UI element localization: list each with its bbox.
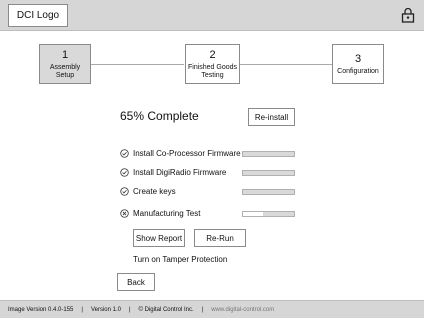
dci-logo: DCI Logo xyxy=(8,4,68,27)
task-label: Manufacturing Test xyxy=(133,209,201,218)
footer-separator: | xyxy=(81,306,83,313)
step-number: 2 xyxy=(209,48,216,61)
step-label: Configuration xyxy=(337,67,379,75)
show-report-button[interactable]: Show Report xyxy=(133,229,185,247)
website-link[interactable]: www.digital-control.com xyxy=(211,307,274,313)
step-connector xyxy=(91,64,184,65)
task-progress-bar xyxy=(242,211,295,217)
footer-separator: | xyxy=(128,306,131,313)
check-circle-icon xyxy=(120,187,129,196)
task-item: Manufacturing Test xyxy=(120,208,300,220)
app-header: DCI Logo xyxy=(0,0,424,31)
progress-title: 65% Complete xyxy=(120,109,199,123)
task-progress-fill xyxy=(243,212,264,216)
back-button[interactable]: Back xyxy=(117,273,155,291)
lock-icon[interactable] xyxy=(401,7,415,23)
step-label: Finished Goods Testing xyxy=(187,63,238,79)
setup-stepper: 1 Assembly Setup 2 Finished Goods Testin… xyxy=(0,44,424,86)
step-number: 1 xyxy=(61,48,69,61)
task-item: Install Co-Processor Firmware xyxy=(120,148,300,160)
image-version: Image Version 0.4.0-155 xyxy=(8,306,74,313)
step-configuration[interactable]: 3 Configuration xyxy=(332,44,384,84)
task-label: Create keys xyxy=(133,187,176,196)
task-label: Install Co-Processor Firmware xyxy=(133,149,241,158)
copyright: © Digital Control Inc. xyxy=(138,306,194,313)
x-circle-icon xyxy=(120,209,129,218)
step-label: Assembly Setup xyxy=(49,63,81,79)
tamper-protection-text: Turn on Tamper Protection xyxy=(133,255,228,264)
check-circle-icon xyxy=(120,149,129,158)
task-item: Install DigiRadio Firmware xyxy=(120,167,300,179)
rerun-button[interactable]: Re-Run xyxy=(194,229,246,247)
task-progress-bar xyxy=(242,189,295,195)
step-assembly-setup[interactable]: 1 Assembly Setup xyxy=(39,44,91,84)
status-footer: Image Version 0.4.0-155 | Version 1.0 | … xyxy=(0,300,424,318)
task-label: Install DigiRadio Firmware xyxy=(133,168,227,177)
task-progress-bar xyxy=(242,170,295,176)
task-progress-bar xyxy=(242,151,295,157)
version: Version 1.0 xyxy=(90,306,121,313)
step-connector xyxy=(240,64,332,65)
footer-separator: | xyxy=(201,306,204,313)
step-finished-goods-testing[interactable]: 2 Finished Goods Testing xyxy=(185,44,240,84)
task-item: Create keys xyxy=(120,186,300,198)
check-circle-icon xyxy=(120,168,129,177)
step-number: 3 xyxy=(354,52,362,65)
reinstall-button[interactable]: Re-install xyxy=(248,108,295,126)
